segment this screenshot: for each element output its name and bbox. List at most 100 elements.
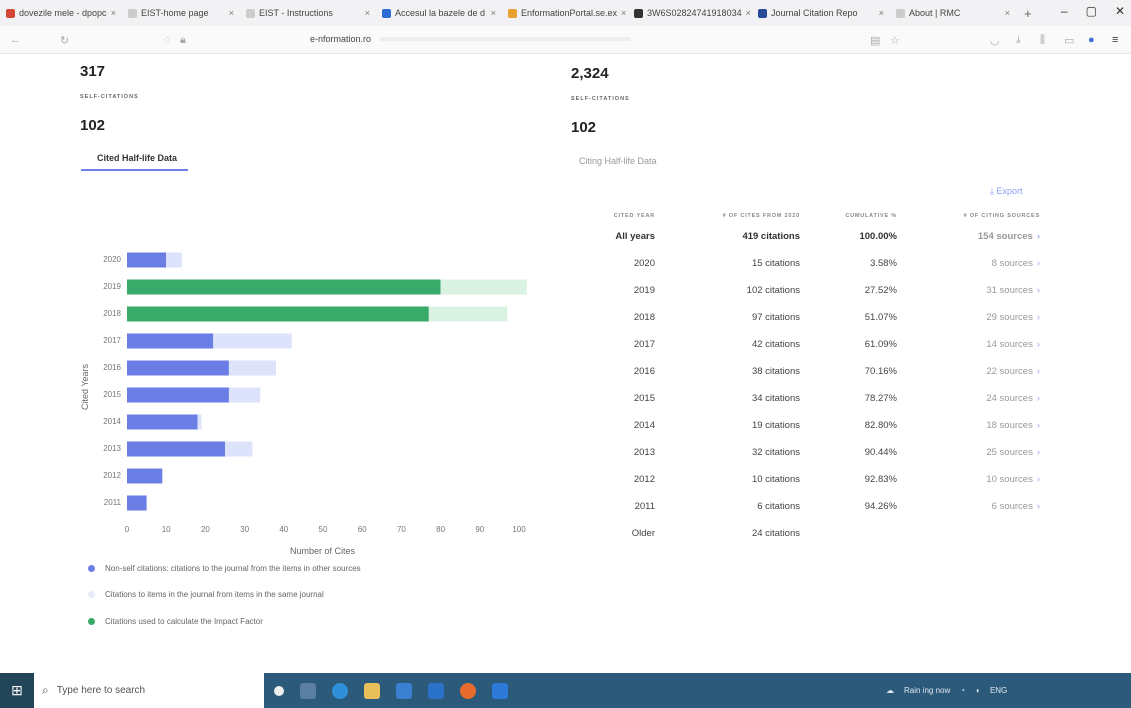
cell-sources: 24 sources	[986, 393, 1033, 404]
system-tray: ☁ Rain ing now ◔ ◖ ENG	[864, 673, 1131, 708]
cell-cum: 82.80%	[864, 420, 897, 431]
firefox-icon[interactable]	[460, 682, 476, 699]
chevron-right-icon: ›	[1036, 339, 1040, 350]
citing-sources-link[interactable]: 6 sources ›	[992, 501, 1040, 512]
x-tick-label: 70	[396, 525, 406, 534]
task-view-icon[interactable]	[274, 685, 284, 696]
network-icon[interactable]: ◔	[960, 686, 965, 695]
cell-cites: 42 citations	[751, 339, 800, 350]
cell-cites: 34 citations	[751, 393, 800, 404]
chevron-right-icon: ›	[1036, 447, 1040, 458]
cell-cum: 94.26%	[864, 501, 897, 512]
widgets-icon[interactable]	[300, 682, 316, 699]
chevron-right-icon: ›	[1036, 501, 1040, 512]
x-tick-label: 50	[318, 525, 328, 534]
bar-non-self	[127, 468, 163, 484]
windows-taskbar: ⊞ ⌕ Type here to search ☁ Rain ing now ◔…	[0, 673, 1131, 708]
volume-icon[interactable]: ◖	[975, 686, 980, 695]
windows-icon: ⊞	[11, 682, 23, 698]
cell-sources: 31 sources	[986, 285, 1033, 296]
table-header: CUMULATIVE %	[845, 213, 897, 219]
bar-non-self	[127, 414, 198, 430]
chevron-right-icon: ›	[1036, 393, 1040, 404]
chevron-right-icon: ›	[1036, 231, 1040, 242]
legend-label: Citations used to calculate the Impact F…	[105, 617, 263, 626]
cell-year: 2011	[634, 501, 655, 512]
bar-non-self	[127, 495, 147, 511]
cell-sources: 29 sources	[986, 312, 1033, 323]
cell-cites: 10 citations	[751, 474, 800, 485]
cell-year: 2016	[633, 366, 655, 377]
start-button[interactable]: ⊞	[0, 673, 34, 708]
bar-same-journal	[428, 306, 508, 322]
chevron-right-icon: ›	[1036, 420, 1040, 431]
x-tick-label: 10	[161, 525, 171, 534]
language-indicator[interactable]: ENG	[990, 686, 1007, 695]
bar-non-self	[127, 387, 229, 403]
legend-dot-icon	[88, 565, 95, 572]
chevron-right-icon: ›	[1036, 285, 1040, 296]
cell-cum: 92.83%	[864, 474, 897, 485]
citing-sources-link[interactable]: 29 sources ›	[986, 312, 1040, 323]
cell-year: 2019	[633, 285, 655, 296]
cell-cum: 27.52%	[864, 285, 897, 296]
taskbar-apps	[264, 673, 864, 708]
chevron-right-icon: ›	[1036, 474, 1040, 485]
legend-item: Citations used to calculate the Impact F…	[88, 617, 263, 626]
bar-same-journal	[166, 252, 182, 268]
cell-year: 2017	[633, 339, 655, 350]
bar-non-self	[127, 360, 229, 376]
cell-sources: 25 sources	[986, 447, 1033, 458]
x-tick-label: 100	[512, 525, 526, 534]
citing-sources-link[interactable]: 18 sources ›	[986, 420, 1040, 431]
citing-sources-link[interactable]: 25 sources ›	[986, 447, 1040, 458]
edge-icon[interactable]	[332, 682, 348, 699]
y-tick-label: 2013	[103, 444, 121, 453]
bar-same-journal	[228, 387, 261, 403]
cited-years-bar-chart	[127, 252, 527, 511]
y-tick-label: 2011	[103, 498, 121, 507]
cell-cites: 102 citations	[746, 285, 800, 296]
bar-impact-factor	[127, 306, 429, 322]
bar-same-journal	[225, 441, 253, 457]
cell-cites: 24 citations	[751, 528, 800, 539]
file-explorer-icon[interactable]	[364, 682, 380, 699]
citing-sources-link[interactable]: 8 sources ›	[992, 258, 1040, 269]
citing-sources-link[interactable]: 14 sources ›	[986, 339, 1040, 350]
y-tick-label: 2014	[103, 417, 121, 426]
x-tick-label: 80	[436, 525, 446, 534]
word-icon[interactable]	[492, 682, 508, 699]
x-tick-label: 0	[124, 525, 130, 534]
bar-non-self	[127, 441, 225, 457]
cell-year: All years	[615, 231, 655, 242]
table-header: # OF CITING SOURCES	[963, 213, 1040, 219]
cell-year: 2013	[633, 447, 655, 458]
x-tick-label: 40	[279, 525, 289, 534]
y-tick-label: 2019	[103, 282, 121, 291]
tray-weather-text[interactable]: Rain ing now	[904, 686, 950, 695]
legend-item: Citations to items in the journal from i…	[88, 590, 324, 599]
y-tick-label: 2017	[103, 336, 121, 345]
search-placeholder: Type here to search	[56, 685, 146, 696]
citing-sources-link[interactable]: 10 sources ›	[986, 474, 1040, 485]
citing-sources-link[interactable]: 24 sources ›	[986, 393, 1040, 404]
taskbar-search[interactable]: ⌕ Type here to search	[34, 673, 264, 708]
y-tick-label: 2020	[103, 255, 121, 264]
store-icon[interactable]	[396, 682, 412, 699]
cell-cites: 97 citations	[751, 312, 800, 323]
bar-non-self	[127, 252, 167, 268]
cell-year: 2012	[633, 474, 655, 485]
legend-label: Non-self citations: citations to the jou…	[105, 564, 361, 573]
y-axis-title: Cited Years	[80, 363, 91, 411]
bar-impact-factor	[127, 279, 441, 295]
citing-sources-link[interactable]: 31 sources ›	[986, 285, 1040, 296]
chevron-right-icon: ›	[1036, 366, 1040, 377]
citing-sources-link[interactable]: 22 sources ›	[986, 366, 1040, 377]
bar-same-journal	[213, 333, 292, 349]
cell-cites: 32 citations	[751, 447, 800, 458]
citing-sources-link[interactable]: 154 sources ›	[978, 231, 1040, 242]
cell-cites: 15 citations	[751, 258, 800, 269]
mail-icon[interactable]	[428, 682, 444, 699]
weather-icon[interactable]: ☁	[886, 686, 894, 695]
x-tick-label: 30	[240, 525, 250, 534]
